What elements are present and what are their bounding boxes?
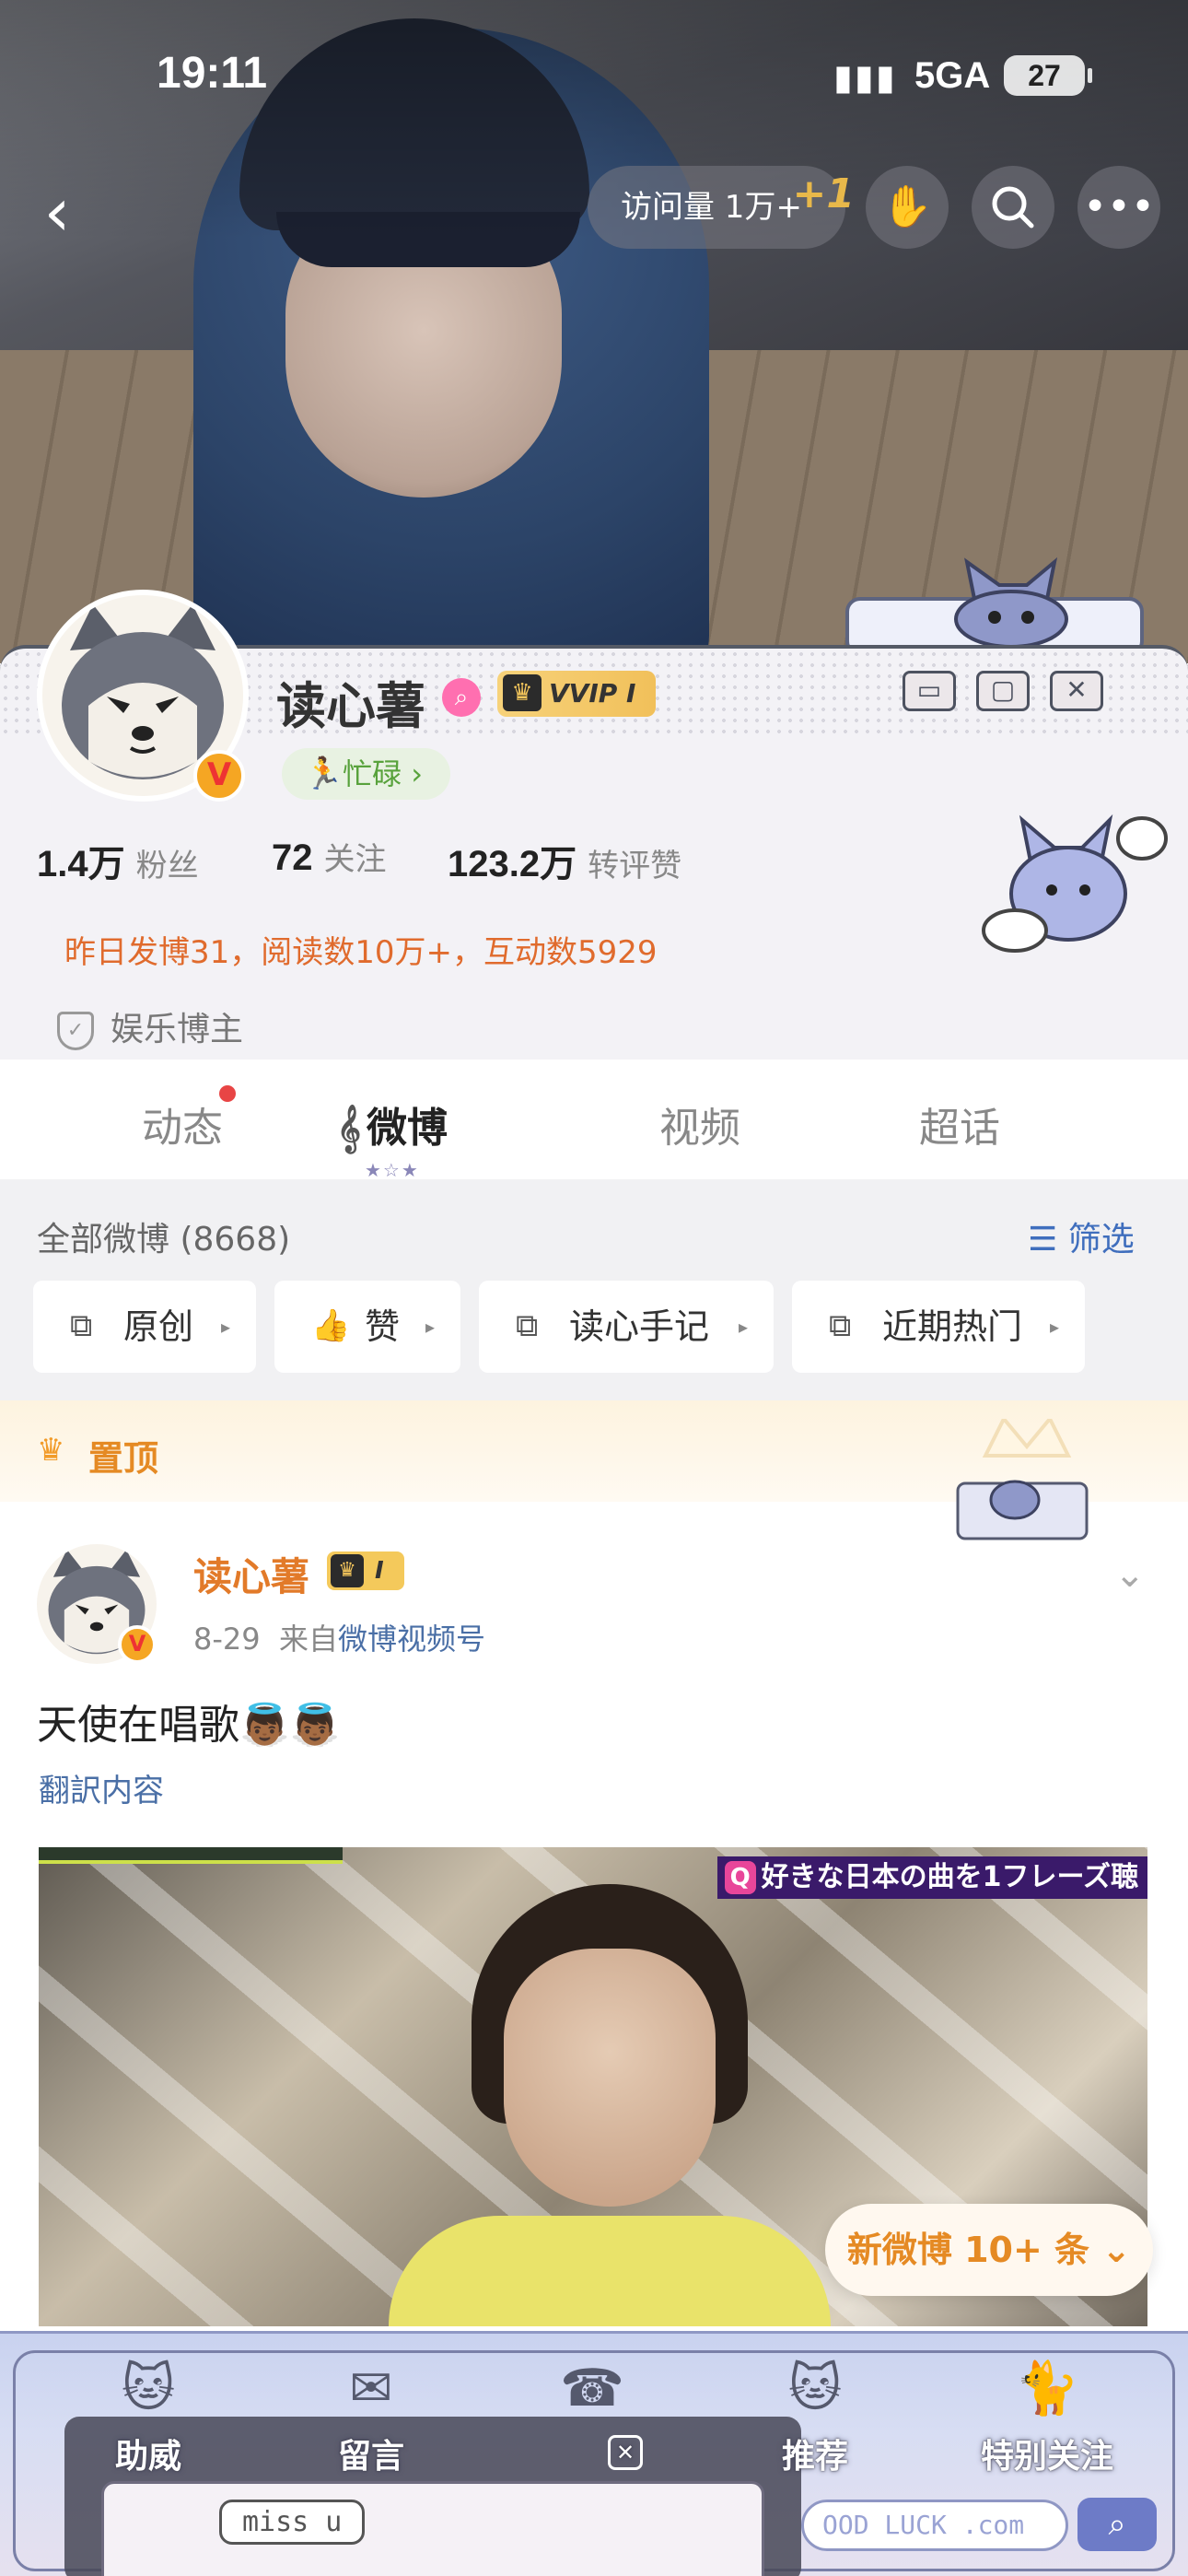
cat-sticker-icon	[845, 556, 1144, 654]
vvip-badge[interactable]: ♛ VVIP I	[497, 671, 657, 717]
post-text: 天使在唱歌👼🏾👼🏾	[37, 1702, 341, 1749]
crown-icon: ♛	[37, 1432, 65, 1469]
post-source[interactable]: 微博视频号	[338, 1622, 485, 1657]
cat-computer-sticker-icon	[956, 1419, 1089, 1540]
cat-flying-sticker-icon	[982, 814, 1168, 953]
running-figure-icon: 🏃	[304, 755, 344, 792]
video-caption: Q 好きな日本の曲を1フレーズ聴	[716, 1856, 1147, 1899]
hand-wave-button[interactable]: ✋	[866, 166, 949, 249]
stat-reposts-comments-likes[interactable]: 123.2万 转评赞	[448, 834, 681, 887]
crown-icon: ♛	[503, 674, 542, 711]
battery-indicator: 27	[1004, 55, 1092, 96]
maximize-icon: ▢	[976, 671, 1030, 711]
envelope-icon: ✉	[349, 2359, 393, 2418]
notification-dot	[219, 1085, 236, 1102]
tab-weibo[interactable]: 𝄞 微博	[337, 1095, 448, 1153]
crown-icon: ♛	[331, 1554, 364, 1587]
tab-feed[interactable]: 动态	[142, 1085, 236, 1153]
chip-liked[interactable]: 👍 赞 ▸	[274, 1281, 460, 1373]
bottom-tab-cheer[interactable]: 🐱 助威	[79, 2352, 217, 2477]
visits-label: 访问量 1万+	[621, 189, 802, 226]
more-icon: •••	[1083, 183, 1155, 230]
network-type: 5GA	[914, 55, 991, 96]
bottom-tab-special-follow[interactable]: 🐈 特别关注	[969, 2352, 1125, 2477]
signal-bars-icon: ▮▮▮	[833, 57, 897, 98]
video-shirt	[389, 2216, 831, 2326]
clock: 19:11	[157, 49, 268, 98]
search-icon	[992, 186, 1034, 228]
cat-star-icon: 🐈	[1015, 2359, 1079, 2418]
search-button[interactable]	[972, 166, 1054, 249]
thumbs-up-icon: 👍	[311, 1307, 351, 1344]
profile-search-icon[interactable]: ⌕	[442, 678, 481, 717]
feed-filter: 全部微博 (8668) ☰ 筛选 ⧉ 原创 ▸ 👍 赞 ▸ ⧉ 读心手记 ▸ ⧉ 近期热门 ▸	[0, 1179, 1188, 1400]
shield-icon: ✓	[57, 1012, 94, 1050]
verified-badge-icon: V	[193, 750, 245, 802]
new-posts-button[interactable]: 新微博 10+ 条 ⌄	[825, 2204, 1153, 2296]
cat-laptop-icon: 🐱	[787, 2359, 843, 2418]
yesterday-summary[interactable]: 昨日发博31，阅读数10万+，互动数5929	[64, 927, 658, 972]
layers-icon: ⧉	[516, 1307, 539, 1344]
top-nav: ‹ 访问量 1万+ +1 ✋ •••	[0, 166, 1188, 258]
back-button[interactable]: ‹	[20, 175, 94, 249]
hand-wave-icon: ✋	[881, 183, 933, 230]
close-icon: ✕	[1050, 671, 1103, 711]
miss-u-sticker: miss u	[219, 2500, 366, 2545]
pinned-label: ♛ 置顶	[37, 1432, 159, 1479]
post-meta: 8-29 来自微博视频号	[193, 1622, 485, 1657]
layers-icon: ⧉	[829, 1307, 852, 1344]
visits-counter[interactable]: 访问量 1万+ +1	[588, 166, 855, 249]
post-author[interactable]: 读心薯	[193, 1546, 309, 1602]
status-bar: 19:11 ▮▮▮ 5GA 27	[0, 48, 1188, 112]
active-tab-indicator: ★☆★	[365, 1159, 420, 1181]
double-chevron-down-icon: ⌄	[1101, 2230, 1132, 2270]
music-note-icon: 𝄞	[337, 1105, 362, 1152]
visits-plus: +1	[792, 170, 855, 217]
close-icon[interactable]: ✕	[608, 2435, 643, 2470]
bottom-tab-recommend[interactable]: 🐱 推荐	[746, 2352, 884, 2477]
filter-icon: ☰	[1028, 1221, 1058, 1259]
more-button[interactable]: •••	[1077, 166, 1160, 249]
flip-phone-icon: ☎	[560, 2359, 624, 2418]
screen: 19:11 ▮▮▮ 5GA 27 ‹ 访问量 1万+ +1 ✋ ••• ▭ ▢ …	[0, 0, 1188, 2576]
minimize-icon: ▭	[903, 671, 956, 711]
tab-videos[interactable]: 视频	[659, 1095, 740, 1153]
chevron-left-icon: ‹	[43, 173, 71, 251]
video-face	[504, 1949, 716, 2207]
bottom-bar: miss u OOD LUCK .com ⌕ 🐱 助威 ✉ 留言 ☎ ✕ 🐱 推…	[0, 2331, 1188, 2576]
decor-url-bar: OOD LUCK .com	[801, 2500, 1068, 2551]
tab-super-topic[interactable]: 超话	[919, 1095, 1000, 1153]
stat-following[interactable]: 72 关注	[272, 834, 387, 879]
chip-trending[interactable]: ⧉ 近期热门 ▸	[792, 1281, 1085, 1373]
category-label[interactable]: ✓ 娱乐博主	[57, 1002, 243, 1050]
profile-tabs: 动态 𝄞 微博 ★☆★ 视频 超话	[0, 1060, 1188, 1181]
verified-badge-icon: V	[118, 1625, 157, 1664]
filter-button[interactable]: ☰ 筛选	[1028, 1212, 1135, 1260]
total-posts-label: 全部微博 (8668)	[37, 1221, 291, 1259]
bottom-tab-phone[interactable]: ☎ ✕	[523, 2352, 661, 2470]
profile-name: 读心薯	[276, 677, 425, 735]
decor-search-icon: ⌕	[1077, 2498, 1157, 2551]
cat-heart-icon: 🐱	[121, 2359, 176, 2418]
chevron-down-icon[interactable]: ⌄	[1114, 1553, 1146, 1596]
chip-notes[interactable]: ⧉ 读心手记 ▸	[479, 1281, 774, 1373]
translate-link[interactable]: 翻訳内容	[39, 1765, 164, 1810]
bottom-tab-message[interactable]: ✉ 留言	[302, 2352, 440, 2477]
status-chip[interactable]: 🏃 忙碌 ›	[282, 748, 450, 800]
chip-original[interactable]: ⧉ 原创 ▸	[33, 1281, 256, 1373]
stat-fans[interactable]: 1.4万 粉丝	[37, 834, 199, 887]
layers-icon: ⧉	[70, 1307, 93, 1344]
q-icon: Q	[724, 1861, 756, 1894]
member-badge[interactable]: ♛ I	[327, 1551, 404, 1590]
